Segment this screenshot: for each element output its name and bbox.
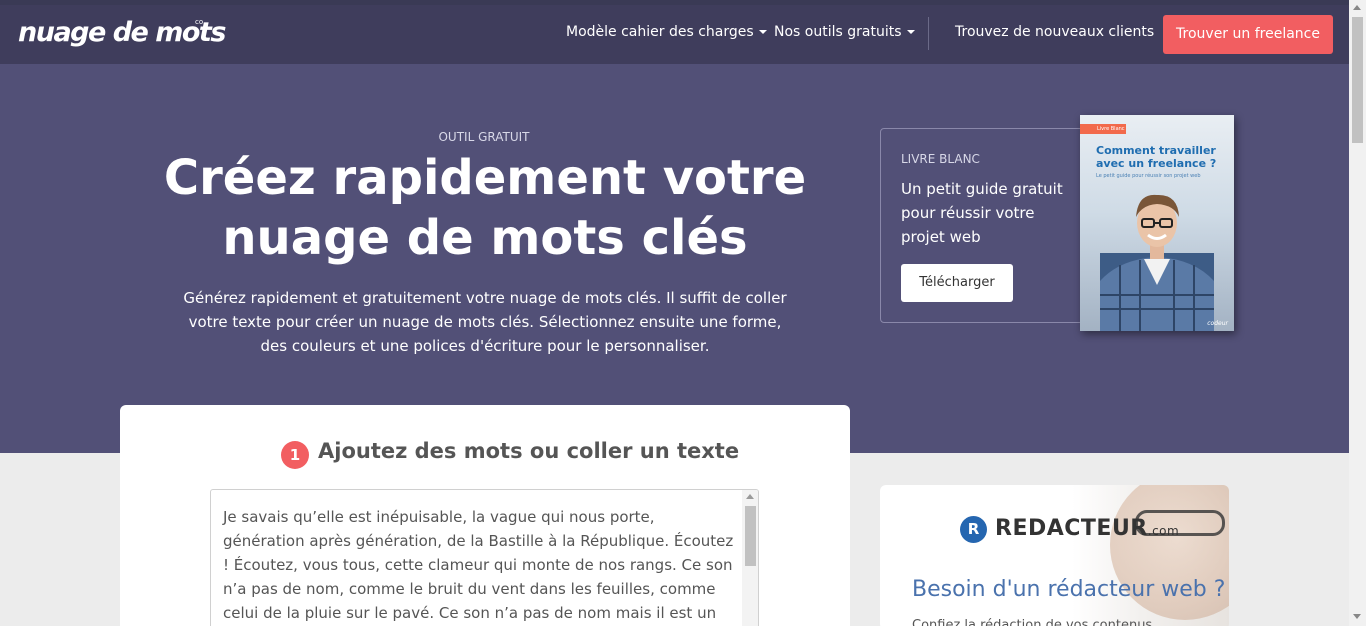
scroll-up-arrow-icon[interactable] — [1353, 5, 1361, 10]
ad-body: Confiez la rédaction de vos contenus — [912, 618, 1153, 626]
step-number-badge: 1 — [281, 441, 309, 469]
step-title: Ajoutez des mots ou coller un texte — [318, 439, 740, 463]
ad-brand-name: REDACTEUR — [995, 516, 1148, 541]
page-scrollbar[interactable] — [1349, 0, 1366, 626]
text-input-content[interactable]: Je savais qu’elle est inépuisable, la va… — [223, 505, 738, 626]
caret-down-icon — [758, 30, 767, 34]
caret-down-icon — [906, 30, 915, 34]
book-brand: codeur — [1207, 320, 1228, 327]
page-scrollbar-thumb[interactable] — [1352, 17, 1363, 143]
nav-item-modele-cahier[interactable]: Modèle cahier des charges — [566, 24, 767, 40]
person-illustration — [1100, 194, 1214, 331]
book-subtitle: Le petit guide pour réussir son projet w… — [1096, 173, 1201, 179]
download-button[interactable]: Télécharger — [901, 264, 1013, 302]
nav-item-label: Modèle cahier des charges — [566, 24, 754, 40]
nav-divider — [928, 17, 929, 50]
white-paper-box: LIVRE BLANC Un petit guide gratuit pour … — [880, 128, 1085, 323]
hero-eyebrow: OUTIL GRATUIT — [438, 130, 530, 144]
ad-title[interactable]: Besoin d'un rédacteur web ? — [912, 577, 1225, 602]
site-logo-suffix: co — [195, 18, 204, 26]
nav-item-outils-gratuits[interactable]: Nos outils gratuits — [774, 24, 915, 40]
textarea-scrollbar[interactable] — [742, 490, 758, 626]
text-input-area[interactable]: Je savais qu’elle est inépuisable, la va… — [210, 489, 759, 626]
book-tag: Livre Blanc — [1080, 124, 1126, 134]
hero-description: Générez rapidement et gratuitement votre… — [183, 289, 787, 355]
scrollbar-thumb[interactable] — [745, 506, 756, 566]
book-title: Comment travailler avec un freelance ? — [1096, 144, 1217, 170]
scroll-up-arrow-icon[interactable] — [746, 494, 754, 499]
redacteur-ad[interactable]: R REDACTEUR.com Besoin d'un rédacteur we… — [880, 485, 1229, 626]
white-paper-title: Un petit guide gratuit pour réussir votr… — [901, 180, 1063, 246]
redacteur-logo-text: REDACTEUR.com — [995, 516, 1179, 541]
redacteur-logo-icon: R — [960, 516, 987, 543]
page-title: Créez rapidement votre nuage de mots clé… — [163, 150, 807, 266]
nav-item-nouveaux-clients[interactable]: Trouvez de nouveaux clients — [955, 24, 1154, 40]
white-paper-cover[interactable]: Livre Blanc Comment travailler avec un f… — [1080, 115, 1234, 331]
ad-brand-tld: .com — [1147, 524, 1180, 538]
find-freelance-button[interactable]: Trouver un freelance — [1163, 15, 1333, 54]
white-paper-eyebrow: LIVRE BLANC — [901, 152, 980, 166]
navbar: nuage de mots co Modèle cahier des charg… — [0, 5, 1349, 64]
nav-item-label: Trouvez de nouveaux clients — [955, 24, 1155, 40]
scroll-down-arrow-icon[interactable] — [1353, 614, 1361, 619]
hero-section: OUTIL GRATUIT Créez rapidement votre nua… — [0, 64, 1349, 453]
step-card: 1 Ajoutez des mots ou coller un texte Je… — [120, 405, 850, 626]
nav-item-label: Nos outils gratuits — [774, 24, 902, 40]
site-logo[interactable]: nuage de mots — [18, 17, 226, 48]
